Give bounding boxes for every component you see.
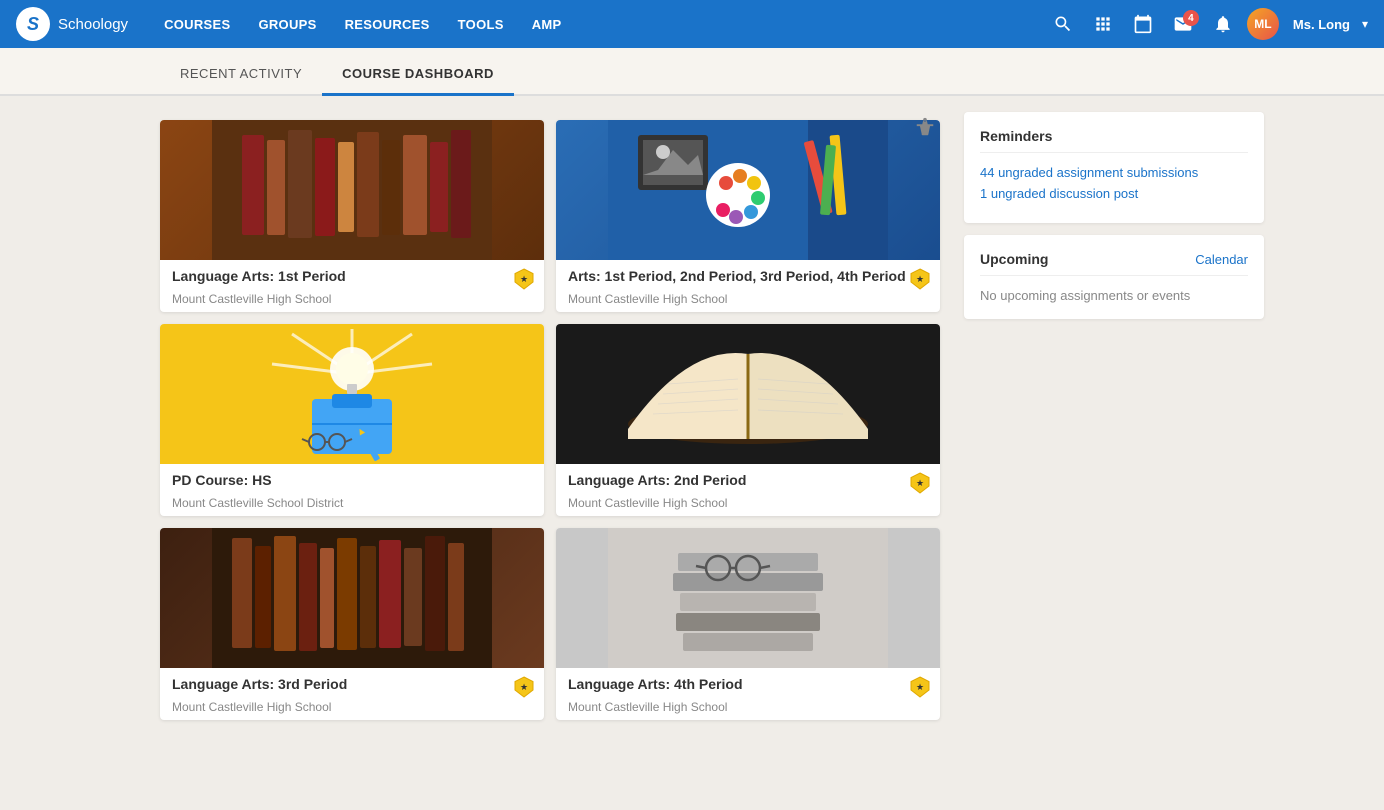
- reminder-link-assignments[interactable]: 44 ungraded assignment submissions: [980, 165, 1248, 180]
- courses-grid: Language Arts: 1st Period ★ Mount Castle…: [160, 120, 940, 720]
- logo[interactable]: S Schoology: [16, 7, 128, 41]
- upcoming-card: Upcoming Calendar No upcoming assignment…: [964, 235, 1264, 319]
- svg-text:★: ★: [916, 274, 924, 284]
- course-school-pd: Mount Castleville School District: [172, 496, 532, 510]
- reminders-card: Reminders 44 ungraded assignment submiss…: [964, 112, 1264, 223]
- course-badge-arts: ★: [910, 268, 930, 295]
- course-title-lang3: Language Arts: 3rd Period: [172, 676, 532, 692]
- course-title: Language Arts: 1st Period: [172, 268, 532, 284]
- course-card-lang-arts-4[interactable]: Language Arts: 4th Period ★ Mount Castle…: [556, 528, 940, 720]
- course-info-arts: Arts: 1st Period, 2nd Period, 3rd Period…: [556, 260, 940, 312]
- calendar-link[interactable]: Calendar: [1195, 252, 1248, 267]
- course-thumbnail-books-gray: [556, 528, 940, 668]
- course-school-lang4: Mount Castleville High School: [568, 700, 928, 714]
- notifications-button[interactable]: [1207, 10, 1239, 38]
- avatar[interactable]: ML: [1247, 8, 1279, 40]
- course-school: Mount Castleville High School: [172, 292, 532, 306]
- course-title-pd: PD Course: HS: [172, 472, 532, 488]
- sidebar: Reminders 44 ungraded assignment submiss…: [964, 112, 1264, 720]
- tab-recent-activity[interactable]: RECENT ACTIVITY: [160, 54, 322, 96]
- search-button[interactable]: [1047, 10, 1079, 38]
- messages-button[interactable]: 4: [1167, 10, 1199, 38]
- user-name[interactable]: Ms. Long: [1293, 17, 1350, 32]
- course-title-lang2: Language Arts: 2nd Period: [568, 472, 928, 488]
- apps-button[interactable]: [1087, 10, 1119, 38]
- logo-s-letter: S: [27, 14, 39, 35]
- messages-badge: 4: [1183, 10, 1199, 26]
- course-thumbnail-book-open: [556, 324, 940, 464]
- course-info-pd: PD Course: HS Mount Castleville School D…: [160, 464, 544, 516]
- reminders-title: Reminders: [980, 128, 1248, 153]
- course-school-arts: Mount Castleville High School: [568, 292, 928, 306]
- course-thumbnail-books: [160, 120, 544, 260]
- user-dropdown-arrow[interactable]: ▾: [1362, 17, 1368, 31]
- course-badge-lang4: ★: [910, 676, 930, 703]
- tabs-bar: RECENT ACTIVITY COURSE DASHBOARD: [0, 48, 1384, 96]
- nav-link-tools[interactable]: TOOLS: [446, 9, 516, 40]
- reminder-link-discussion[interactable]: 1 ungraded discussion post: [980, 186, 1248, 201]
- accessibility-icon[interactable]: [914, 116, 936, 143]
- course-thumbnail-books-vintage: [160, 528, 544, 668]
- course-card-lang-arts-1[interactable]: Language Arts: 1st Period ★ Mount Castle…: [160, 120, 544, 312]
- course-title-lang4: Language Arts: 4th Period: [568, 676, 928, 692]
- course-badge-lang3: ★: [514, 676, 534, 703]
- svg-text:★: ★: [520, 274, 528, 284]
- nav-link-groups[interactable]: GROUPS: [246, 9, 328, 40]
- course-card-arts[interactable]: Arts: 1st Period, 2nd Period, 3rd Period…: [556, 120, 940, 312]
- calendar-button[interactable]: [1127, 10, 1159, 38]
- course-badge-lang2: ★: [910, 472, 930, 499]
- nav-link-resources[interactable]: RESOURCES: [333, 9, 442, 40]
- course-school-lang3: Mount Castleville High School: [172, 700, 532, 714]
- logo-text: Schoology: [58, 16, 128, 33]
- courses-section: Language Arts: 1st Period ★ Mount Castle…: [160, 112, 940, 720]
- no-upcoming-message: No upcoming assignments or events: [980, 288, 1248, 303]
- logo-circle: S: [16, 7, 50, 41]
- course-card-lang-arts-2[interactable]: Language Arts: 2nd Period ★ Mount Castle…: [556, 324, 940, 516]
- course-title-arts: Arts: 1st Period, 2nd Period, 3rd Period…: [568, 268, 928, 284]
- course-info: Language Arts: 1st Period ★ Mount Castle…: [160, 260, 544, 312]
- upcoming-title: Upcoming: [980, 251, 1048, 267]
- navbar: S Schoology COURSES GROUPS RESOURCES TOO…: [0, 0, 1384, 48]
- course-badge: ★: [514, 268, 534, 295]
- course-school-lang2: Mount Castleville High School: [568, 496, 928, 510]
- course-info-lang2: Language Arts: 2nd Period ★ Mount Castle…: [556, 464, 940, 516]
- main-container: Language Arts: 1st Period ★ Mount Castle…: [0, 96, 1384, 736]
- course-card-pd[interactable]: PD Course: HS Mount Castleville School D…: [160, 324, 544, 516]
- nav-link-amp[interactable]: AMP: [520, 9, 574, 40]
- svg-text:★: ★: [916, 682, 924, 692]
- nav-link-courses[interactable]: COURSES: [152, 9, 242, 40]
- upcoming-header: Upcoming Calendar: [980, 251, 1248, 276]
- course-card-lang-arts-3[interactable]: Language Arts: 3rd Period ★ Mount Castle…: [160, 528, 544, 720]
- nav-links: COURSES GROUPS RESOURCES TOOLS AMP: [152, 9, 1047, 40]
- tab-course-dashboard[interactable]: COURSE DASHBOARD: [322, 54, 514, 96]
- svg-text:★: ★: [916, 478, 924, 488]
- course-thumbnail-arts: [556, 120, 940, 260]
- nav-right: 4 ML Ms. Long ▾: [1047, 8, 1368, 40]
- course-info-lang3: Language Arts: 3rd Period ★ Mount Castle…: [160, 668, 544, 720]
- svg-text:★: ★: [520, 682, 528, 692]
- course-thumbnail-pd: [160, 324, 544, 464]
- course-info-lang4: Language Arts: 4th Period ★ Mount Castle…: [556, 668, 940, 720]
